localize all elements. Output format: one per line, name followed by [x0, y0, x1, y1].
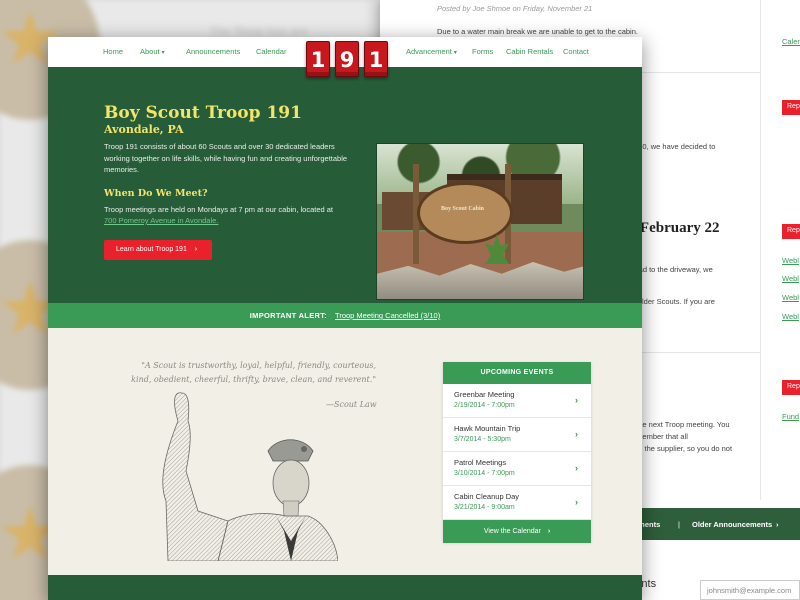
report-button[interactable]: Rep: [782, 380, 800, 395]
sidebar-link[interactable]: Webl: [782, 293, 799, 302]
important-alert-bar: IMPORTANT ALERT: Troop Meeting Cancelled…: [48, 303, 642, 328]
email-field[interactable]: johnsmith@example.com: [700, 580, 800, 600]
troop-logo[interactable]: 1 9 1: [306, 41, 388, 77]
post-text: 6:30, we have decided to: [632, 142, 716, 151]
scout-law-quote: "A Scout is trustworthy, loyal, helpful,…: [131, 361, 376, 384]
sidebar-link[interactable]: Calen: [782, 37, 800, 46]
nav-item-forms[interactable]: Forms: [472, 47, 493, 56]
event-title: Cabin Cleanup Day: [454, 492, 520, 501]
alert-link[interactable]: Troop Meeting Cancelled (3/10): [335, 311, 440, 320]
chevron-down-icon: ▾: [161, 50, 165, 56]
nav-item-announcements[interactable]: Announcements: [186, 47, 240, 56]
event-item[interactable]: Cabin Cleanup Day 3/21/2014 - 9:00am ›: [443, 486, 591, 520]
alert-label: IMPORTANT ALERT:: [249, 311, 328, 320]
chevron-right-icon: ›: [575, 395, 578, 405]
hero-section: Boy Scout Troop 191 Avondale, PA Troop 1…: [48, 67, 642, 303]
report-button[interactable]: Rep: [782, 224, 800, 239]
event-date: 3/7/2014 - 5:30pm: [454, 436, 511, 443]
nav-item-advancement[interactable]: Advancement ▾: [406, 47, 457, 56]
post-text: om the supplier, so you do not: [632, 444, 733, 453]
logo-digit: 1: [306, 41, 330, 77]
page-title: Boy Scout Troop 191: [104, 103, 302, 123]
event-item[interactable]: Greenbar Meeting 2/19/2014 - 7:00pm ›: [443, 384, 591, 418]
chevron-right-icon: ›: [575, 429, 578, 439]
event-title: Greenbar Meeting: [454, 390, 515, 399]
post-heading: l February 22: [632, 220, 720, 236]
sidebar-divider: [760, 0, 761, 500]
scout-salute-illustration: [162, 392, 338, 561]
post-text: road to the driveway, we: [632, 265, 713, 274]
event-date: 3/10/2014 - 7:00pm: [454, 470, 515, 477]
nav-label: Forms: [472, 47, 494, 56]
button-label: Learn about Troop 191: [116, 246, 187, 253]
post-text: t the next Troop meeting. You: [632, 420, 730, 429]
nav-label: Contact: [563, 47, 589, 56]
events-heading: UPCOMING EVENTS: [443, 362, 591, 384]
logo-digit: 9: [335, 41, 359, 77]
meet-text: Troop meetings are held on Mondays at 7 …: [104, 204, 352, 226]
chevron-right-icon: ›: [776, 520, 779, 529]
button-label: View the Calendar: [483, 528, 541, 535]
nav-item-cabin-rentals[interactable]: Cabin Rentals: [506, 47, 553, 56]
event-date: 2/19/2014 - 7:00pm: [454, 402, 515, 409]
chevron-right-icon: ›: [575, 497, 578, 507]
meet-heading: When Do We Meet?: [104, 188, 208, 199]
hero-description: Troop 191 consists of about 60 Scouts an…: [104, 142, 348, 174]
nav-label: Calendar: [256, 47, 287, 56]
nav-item-home[interactable]: Home: [103, 47, 123, 56]
page-subtitle: Avondale, PA: [104, 123, 184, 136]
report-button[interactable]: Rep: [782, 100, 800, 115]
nav-label: Cabin Rentals: [506, 47, 554, 56]
nav-label: About: [140, 47, 160, 56]
cabin-photo: Boy Scout Cabin: [376, 143, 584, 300]
view-calendar-button[interactable]: View the Calendar ›: [443, 520, 591, 543]
event-title: Patrol Meetings: [454, 458, 507, 467]
post-text: y older Scouts. If you are: [632, 297, 715, 306]
address-link[interactable]: 700 Pomeroy Avenue in Avondale.: [104, 216, 218, 225]
learn-about-button[interactable]: Learn about Troop 191 ›: [104, 240, 212, 260]
chevron-right-icon: ›: [547, 528, 551, 535]
event-item[interactable]: Hawk Mountain Trip 3/7/2014 - 5:30pm ›: [443, 418, 591, 452]
event-date: 3/21/2014 - 9:00am: [454, 504, 515, 511]
chevron-down-icon: ▾: [453, 50, 457, 56]
post-text: Due to a water main break we are unable …: [437, 27, 638, 36]
photo-sign-text: Boy Scout Cabin: [441, 206, 485, 212]
sidebar-link[interactable]: Webl: [782, 274, 799, 283]
chevron-right-icon: ›: [575, 463, 578, 473]
older-announcements-link[interactable]: Older Announcements: [692, 520, 772, 529]
meet-text-body: Troop meetings are held on Mondays at 7 …: [104, 205, 334, 214]
logo-digit: 1: [364, 41, 388, 77]
nav-item-contact[interactable]: Contact: [563, 47, 589, 56]
post-meta: Posted by Joe Shmoe on Friday, November …: [437, 4, 593, 13]
sidebar-link[interactable]: Webl: [782, 312, 799, 321]
nav-item-about[interactable]: About ▾: [140, 47, 165, 56]
footer-band: [48, 575, 642, 600]
separator: |: [678, 520, 680, 529]
nav-label: Advancement: [406, 47, 452, 56]
event-title: Hawk Mountain Trip: [454, 424, 521, 433]
nav-label: Home: [103, 47, 124, 56]
upcoming-events-panel: UPCOMING EVENTS Greenbar Meeting 2/19/20…: [443, 362, 591, 543]
event-item[interactable]: Patrol Meetings 3/10/2014 - 7:00pm ›: [443, 452, 591, 486]
nav-label: Announcements: [186, 47, 241, 56]
sidebar-link[interactable]: Fund: [782, 412, 799, 421]
nav-item-calendar[interactable]: Calendar: [256, 47, 286, 56]
site-homepage: Home About ▾ Announcements Calendar Advan…: [48, 37, 642, 600]
sidebar-link[interactable]: Webl: [782, 256, 799, 265]
chevron-right-icon: ›: [194, 246, 198, 253]
